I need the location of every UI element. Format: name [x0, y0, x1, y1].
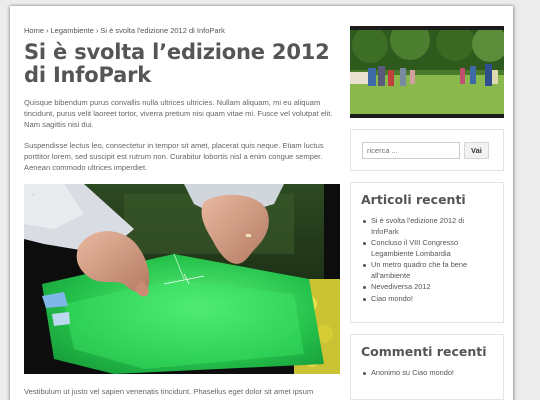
kite-photo [24, 184, 340, 375]
search-widget: Vai [350, 129, 504, 171]
post-paragraph: Quisque bibendum purus convallis nulla u… [24, 98, 333, 130]
page-title: Si è svolta l’edizione 2012 di InfoPark [24, 40, 330, 87]
search-input[interactable] [362, 141, 460, 159]
recent-comments-heading: Commenti recenti [361, 344, 487, 359]
post-paragraph-trailing: Vestibulum ut justo vel sapien venenatis… [24, 387, 314, 396]
post-paragraph: Suspendisse lectus leo, consectetur in t… [24, 140, 324, 173]
breadcrumb: Home › Legambiente › Si è svolta l'edizione … [24, 26, 342, 35]
breadcrumb-separator: › [46, 26, 49, 35]
post-image [24, 184, 340, 375]
park-photo [350, 30, 504, 114]
sidebar: Vai Articoli recenti Si è svolta l'edizi… [350, 26, 504, 400]
recent-post-link[interactable]: Si è svolta l'edizione 2012 di InfoPark [363, 216, 493, 238]
breadcrumb-separator: › [95, 26, 99, 35]
recent-comments-list: Anonimo su Ciao mondo! [351, 364, 503, 387]
breadcrumb-current: Si è svolta l'edizione 2012 di InfoPark [100, 26, 225, 35]
recent-comments-widget: Commenti recenti Anonimo su Ciao mondo! [350, 334, 504, 400]
recent-post-link[interactable]: Ciao mondo! [363, 294, 493, 305]
recent-post-link[interactable]: Nevediversa 2012 [363, 282, 493, 293]
recent-posts-list: Si è svolta l'edizione 2012 di InfoPark … [351, 212, 503, 313]
breadcrumb-home-link[interactable]: Home [24, 26, 44, 35]
recent-comment-item[interactable]: Anonimo su Ciao mondo! [363, 368, 493, 379]
sidebar-image [350, 26, 504, 118]
breadcrumb-category-link[interactable]: Legambiente [51, 26, 94, 35]
recent-posts-heading: Articoli recenti [361, 192, 466, 207]
recent-post-link[interactable]: Concluso il VIII Congresso Legambiente L… [363, 238, 493, 260]
page: Home › Legambiente › Si è svolta l'edizione … [10, 6, 513, 400]
recent-post-link[interactable]: Un metro quadro che fa bene all'ambiente [363, 260, 493, 282]
recent-posts-widget: Articoli recenti Si è svolta l'edizione … [350, 182, 504, 323]
main-content: Home › Legambiente › Si è svolta l'edizione … [24, 26, 342, 375]
search-button[interactable]: Vai [464, 141, 489, 159]
